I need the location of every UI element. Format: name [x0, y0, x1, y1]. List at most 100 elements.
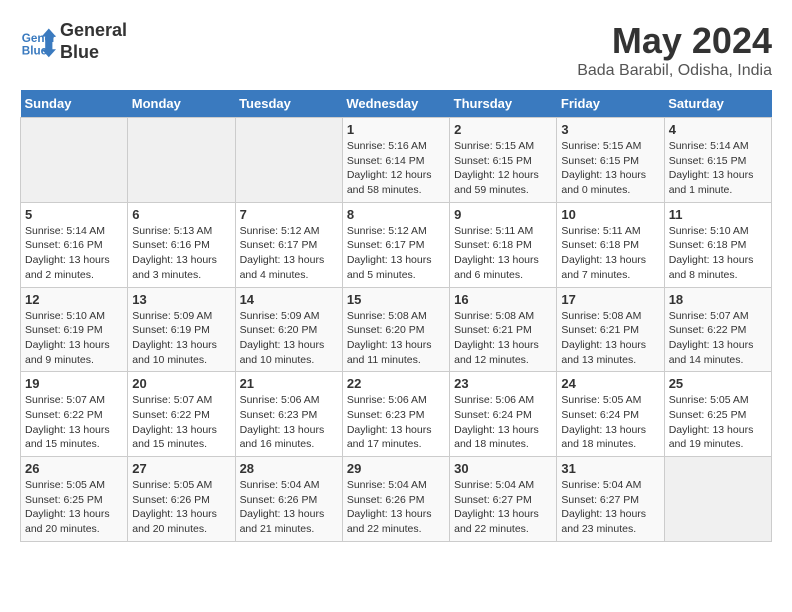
day-info: Sunrise: 5:04 AMSunset: 6:26 PMDaylight:… [347, 478, 445, 537]
calendar-cell: 2 Sunrise: 5:15 AMSunset: 6:15 PMDaylight… [450, 118, 557, 203]
day-number: 31 [561, 461, 659, 476]
day-info: Sunrise: 5:05 AMSunset: 6:26 PMDaylight:… [132, 478, 230, 537]
day-number: 20 [132, 376, 230, 391]
calendar-cell: 19 Sunrise: 5:07 AMSunset: 6:22 PMDayligh… [21, 372, 128, 457]
day-header-thursday: Thursday [450, 90, 557, 118]
day-info: Sunrise: 5:13 AMSunset: 6:16 PMDaylight:… [132, 224, 230, 283]
day-number: 13 [132, 292, 230, 307]
day-info: Sunrise: 5:08 AMSunset: 6:21 PMDaylight:… [454, 309, 552, 368]
calendar-cell [664, 457, 771, 542]
calendar-cell [235, 118, 342, 203]
day-info: Sunrise: 5:05 AMSunset: 6:24 PMDaylight:… [561, 393, 659, 452]
day-info: Sunrise: 5:07 AMSunset: 6:22 PMDaylight:… [132, 393, 230, 452]
day-number: 9 [454, 207, 552, 222]
calendar-cell: 5 Sunrise: 5:14 AMSunset: 6:16 PMDaylight… [21, 202, 128, 287]
logo-text: General Blue [60, 20, 127, 63]
day-info: Sunrise: 5:11 AMSunset: 6:18 PMDaylight:… [561, 224, 659, 283]
calendar-cell: 8 Sunrise: 5:12 AMSunset: 6:17 PMDaylight… [342, 202, 449, 287]
day-info: Sunrise: 5:04 AMSunset: 6:26 PMDaylight:… [240, 478, 338, 537]
day-number: 30 [454, 461, 552, 476]
calendar-cell: 1Sunrise: 5:16 AMSunset: 6:14 PMDaylight… [342, 118, 449, 203]
calendar-cell: 27 Sunrise: 5:05 AMSunset: 6:26 PMDayligh… [128, 457, 235, 542]
calendar-cell: 20 Sunrise: 5:07 AMSunset: 6:22 PMDayligh… [128, 372, 235, 457]
calendar-cell: 12 Sunrise: 5:10 AMSunset: 6:19 PMDayligh… [21, 287, 128, 372]
logo-line2: Blue [60, 42, 99, 62]
week-row-1: 1Sunrise: 5:16 AMSunset: 6:14 PMDaylight… [21, 118, 772, 203]
calendar-cell [128, 118, 235, 203]
calendar-cell: 21Sunrise: 5:06 AMSunset: 6:23 PMDayligh… [235, 372, 342, 457]
day-number: 23 [454, 376, 552, 391]
day-number: 21 [240, 376, 338, 391]
calendar-cell: 18Sunrise: 5:07 AMSunset: 6:22 PMDayligh… [664, 287, 771, 372]
day-number: 12 [25, 292, 123, 307]
day-info: Sunrise: 5:06 AMSunset: 6:24 PMDaylight:… [454, 393, 552, 452]
day-number: 25 [669, 376, 767, 391]
day-number: 6 [132, 207, 230, 222]
day-number: 14 [240, 292, 338, 307]
calendar-cell: 29 Sunrise: 5:04 AMSunset: 6:26 PMDayligh… [342, 457, 449, 542]
calendar-cell: 9 Sunrise: 5:11 AMSunset: 6:18 PMDaylight… [450, 202, 557, 287]
calendar-header: SundayMondayTuesdayWednesdayThursdayFrid… [21, 90, 772, 118]
day-number: 2 [454, 122, 552, 137]
day-info: Sunrise: 5:05 AMSunset: 6:25 PMDaylight:… [25, 478, 123, 537]
day-header-saturday: Saturday [664, 90, 771, 118]
calendar-cell: 30 Sunrise: 5:04 AMSunset: 6:27 PMDayligh… [450, 457, 557, 542]
week-row-4: 19 Sunrise: 5:07 AMSunset: 6:22 PMDayligh… [21, 372, 772, 457]
calendar-cell: 26 Sunrise: 5:05 AMSunset: 6:25 PMDayligh… [21, 457, 128, 542]
day-number: 27 [132, 461, 230, 476]
day-info: Sunrise: 5:14 AMSunset: 6:16 PMDaylight:… [25, 224, 123, 283]
calendar-cell: 3Sunrise: 5:15 AMSunset: 6:15 PMDaylight… [557, 118, 664, 203]
logo-line1: General [60, 20, 127, 40]
day-header-friday: Friday [557, 90, 664, 118]
day-info: Sunrise: 5:15 AMSunset: 6:15 PMDaylight:… [454, 139, 552, 198]
day-number: 24 [561, 376, 659, 391]
calendar-cell: 10 Sunrise: 5:11 AMSunset: 6:18 PMDayligh… [557, 202, 664, 287]
calendar-cell: 4Sunrise: 5:14 AMSunset: 6:15 PMDaylight… [664, 118, 771, 203]
header-row: SundayMondayTuesdayWednesdayThursdayFrid… [21, 90, 772, 118]
main-title: May 2024 [577, 20, 772, 62]
logo-icon: General Blue [20, 24, 56, 60]
day-info: Sunrise: 5:09 AMSunset: 6:19 PMDaylight:… [132, 309, 230, 368]
calendar-body: 1Sunrise: 5:16 AMSunset: 6:14 PMDaylight… [21, 118, 772, 542]
day-number: 18 [669, 292, 767, 307]
calendar-cell [21, 118, 128, 203]
calendar-cell: 13 Sunrise: 5:09 AMSunset: 6:19 PMDayligh… [128, 287, 235, 372]
day-info: Sunrise: 5:07 AMSunset: 6:22 PMDaylight:… [25, 393, 123, 452]
day-number: 11 [669, 207, 767, 222]
day-number: 4 [669, 122, 767, 137]
calendar-cell: 31Sunrise: 5:04 AMSunset: 6:27 PMDayligh… [557, 457, 664, 542]
day-info: Sunrise: 5:11 AMSunset: 6:18 PMDaylight:… [454, 224, 552, 283]
calendar-cell: 7Sunrise: 5:12 AMSunset: 6:17 PMDaylight… [235, 202, 342, 287]
calendar-cell: 6 Sunrise: 5:13 AMSunset: 6:16 PMDaylight… [128, 202, 235, 287]
calendar-cell: 24 Sunrise: 5:05 AMSunset: 6:24 PMDayligh… [557, 372, 664, 457]
week-row-3: 12 Sunrise: 5:10 AMSunset: 6:19 PMDayligh… [21, 287, 772, 372]
day-info: Sunrise: 5:12 AMSunset: 6:17 PMDaylight:… [347, 224, 445, 283]
day-info: Sunrise: 5:05 AMSunset: 6:25 PMDaylight:… [669, 393, 767, 452]
day-info: Sunrise: 5:08 AMSunset: 6:21 PMDaylight:… [561, 309, 659, 368]
day-info: Sunrise: 5:04 AMSunset: 6:27 PMDaylight:… [454, 478, 552, 537]
day-header-sunday: Sunday [21, 90, 128, 118]
day-number: 29 [347, 461, 445, 476]
calendar-cell: 14Sunrise: 5:09 AMSunset: 6:20 PMDayligh… [235, 287, 342, 372]
calendar-cell: 11 Sunrise: 5:10 AMSunset: 6:18 PMDayligh… [664, 202, 771, 287]
day-info: Sunrise: 5:16 AMSunset: 6:14 PMDaylight:… [347, 139, 445, 198]
day-number: 28 [240, 461, 338, 476]
day-number: 3 [561, 122, 659, 137]
day-number: 26 [25, 461, 123, 476]
day-number: 8 [347, 207, 445, 222]
day-number: 22 [347, 376, 445, 391]
calendar-cell: 15 Sunrise: 5:08 AMSunset: 6:20 PMDayligh… [342, 287, 449, 372]
subtitle: Bada Barabil, Odisha, India [577, 62, 772, 80]
day-number: 15 [347, 292, 445, 307]
day-number: 10 [561, 207, 659, 222]
day-info: Sunrise: 5:08 AMSunset: 6:20 PMDaylight:… [347, 309, 445, 368]
day-info: Sunrise: 5:10 AMSunset: 6:18 PMDaylight:… [669, 224, 767, 283]
title-block: May 2024 Bada Barabil, Odisha, India [577, 20, 772, 80]
day-number: 7 [240, 207, 338, 222]
calendar-cell: 16Sunrise: 5:08 AMSunset: 6:21 PMDayligh… [450, 287, 557, 372]
day-info: Sunrise: 5:10 AMSunset: 6:19 PMDaylight:… [25, 309, 123, 368]
calendar-table: SundayMondayTuesdayWednesdayThursdayFrid… [20, 90, 772, 542]
day-number: 19 [25, 376, 123, 391]
day-number: 5 [25, 207, 123, 222]
logo: General Blue General Blue [20, 20, 127, 63]
